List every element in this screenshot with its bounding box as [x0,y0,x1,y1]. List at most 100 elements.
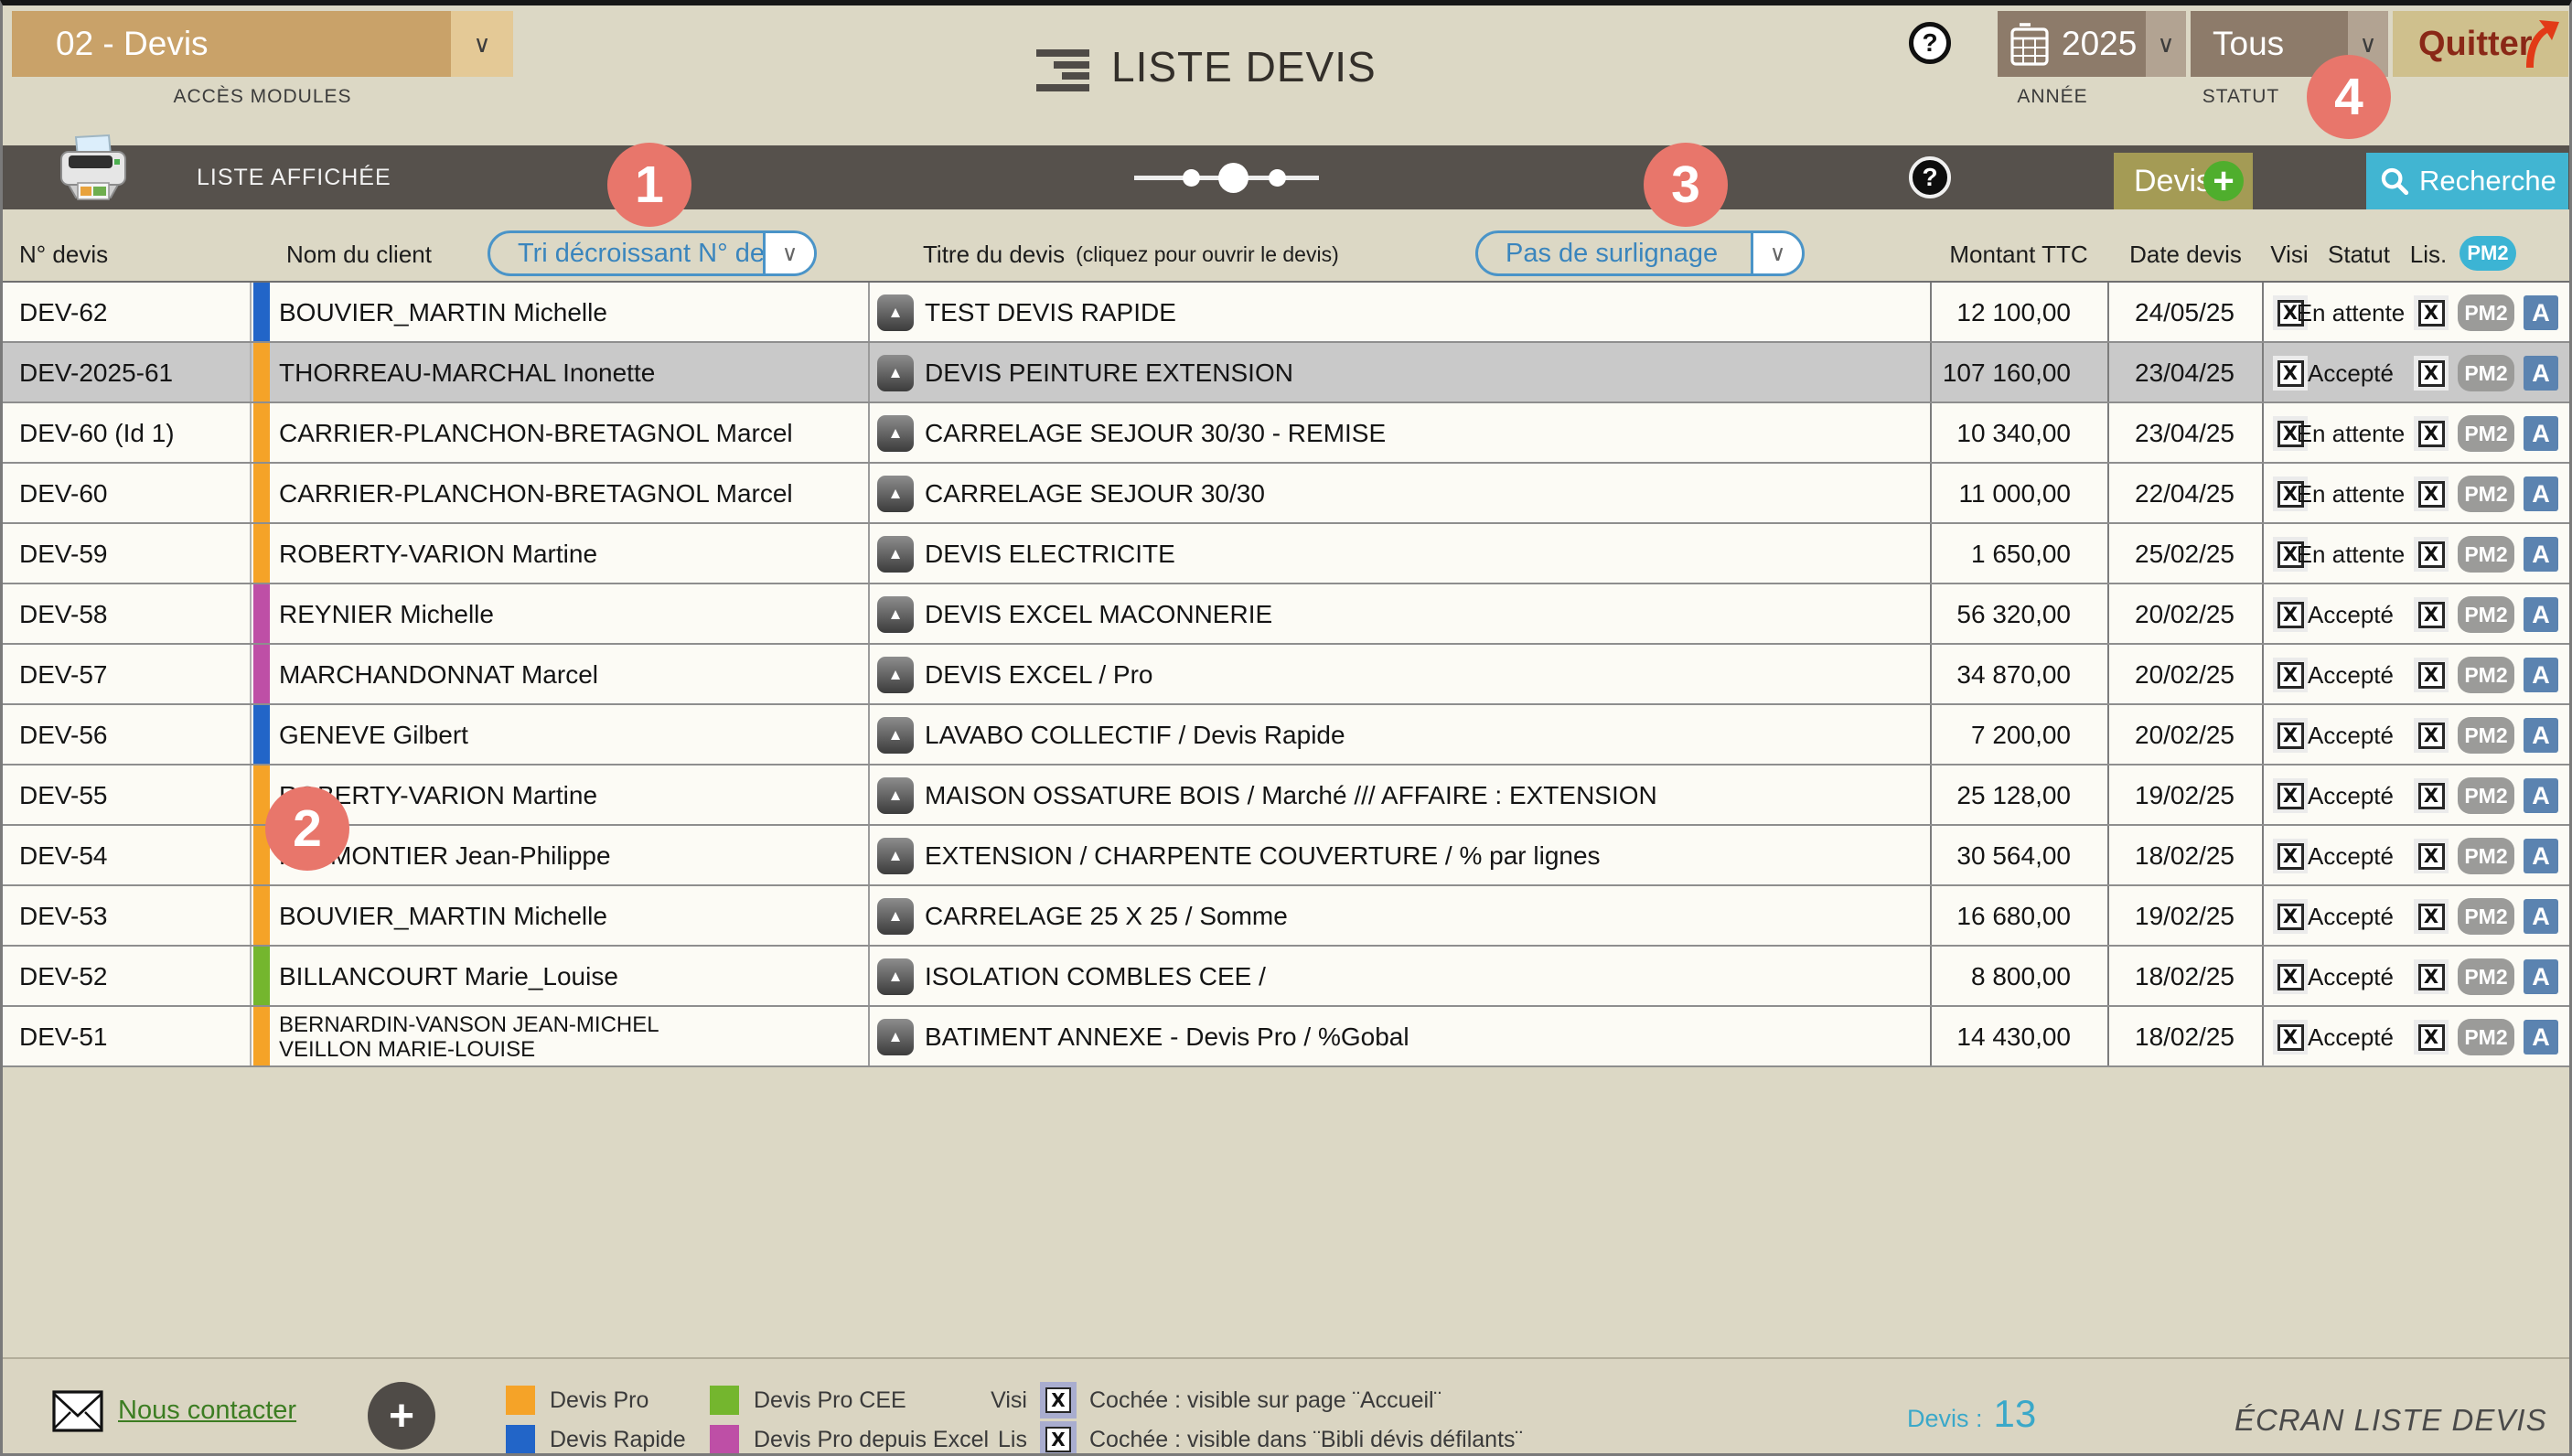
lis-checkbox[interactable]: X [2414,416,2449,451]
col-header-pm2-badge[interactable]: PM2 [2459,236,2516,271]
table-row[interactable]: DEV-54 FERMONTIER Jean-Philippe ▲ EXTENS… [3,826,2569,886]
devis-title[interactable]: MAISON OSSATURE BOIS / Marché /// AFFAIR… [925,765,1657,826]
page-dot-current[interactable] [1218,163,1248,193]
chevron-down-icon[interactable]: ∨ [451,11,513,77]
a-badge[interactable]: A [2524,476,2558,511]
recherche-button[interactable]: Recherche [2366,153,2568,209]
pm2-badge[interactable]: PM2 [2458,536,2514,573]
quitter-button[interactable]: Quitter [2393,11,2568,77]
devis-title[interactable]: DEVIS PEINTURE EXTENSION [925,343,1293,403]
table-row[interactable]: DEV-51 BERNARDIN-VANSON JEAN-MICHEL VEIL… [3,1007,2569,1067]
page-dot[interactable] [1269,169,1286,187]
open-devis-icon[interactable]: ▲ [877,898,914,935]
add-button[interactable]: + [368,1382,435,1450]
a-badge[interactable]: A [2524,718,2558,753]
lis-checkbox[interactable]: X [2414,778,2449,813]
pm2-badge[interactable]: PM2 [2458,596,2514,633]
year-dropdown[interactable]: 2025 ∨ [1998,11,2186,77]
chevron-down-icon[interactable]: ∨ [763,233,814,273]
highlight-dropdown[interactable]: Pas de surlignage ∨ [1475,230,1805,276]
a-badge[interactable]: A [2524,1020,2558,1055]
devis-title[interactable]: LAVABO COLLECTIF / Devis Rapide [925,705,1345,765]
new-devis-button[interactable]: Devis + [2114,153,2253,209]
open-devis-icon[interactable]: ▲ [877,958,914,995]
devis-title[interactable]: EXTENSION / CHARPENTE COUVERTURE / % par… [925,826,1601,886]
open-devis-icon[interactable]: ▲ [877,476,914,512]
open-devis-icon[interactable]: ▲ [877,596,914,633]
lis-checkbox[interactable]: X [2414,537,2449,572]
table-row[interactable]: DEV-55 ROBERTY-VARION Martine ▲ MAISON O… [3,765,2569,826]
devis-title[interactable]: DEVIS EXCEL MACONNERIE [925,584,1272,645]
table-row[interactable]: DEV-56 GENEVE Gilbert ▲ LAVABO COLLECTIF… [3,705,2569,765]
pm2-badge[interactable]: PM2 [2458,958,2514,995]
pm2-badge[interactable]: PM2 [2458,838,2514,874]
chevron-down-icon[interactable]: ∨ [2146,11,2186,77]
help-icon-toolbar[interactable]: ? [1909,156,1951,198]
table-row[interactable]: DEV-60 CARRIER-PLANCHON-BRETAGNOL Marcel… [3,464,2569,524]
a-badge[interactable]: A [2524,839,2558,873]
pm2-badge[interactable]: PM2 [2458,355,2514,391]
lis-checkbox[interactable]: X [2414,597,2449,632]
table-row[interactable]: DEV-52 BILLANCOURT Marie_Louise ▲ ISOLAT… [3,947,2569,1007]
lis-checkbox[interactable]: X [2414,839,2449,873]
a-badge[interactable]: A [2524,356,2558,391]
envelope-icon[interactable] [52,1390,103,1432]
pm2-badge[interactable]: PM2 [2458,657,2514,693]
devis-title[interactable]: CARRELAGE SEJOUR 30/30 - REMISE [925,403,1386,464]
open-devis-icon[interactable]: ▲ [877,717,914,754]
legend-swatch-blue [506,1425,535,1454]
a-badge[interactable]: A [2524,959,2558,994]
help-icon-top[interactable]: ? [1909,22,1951,64]
table-row[interactable]: DEV-60 (Id 1) CARRIER-PLANCHON-BRETAGNOL… [3,403,2569,464]
devis-title[interactable]: BATIMENT ANNEXE - Devis Pro / %Gobal [925,1007,1409,1067]
table-row[interactable]: DEV-2025-61 THORREAU-MARCHAL Inonette ▲ … [3,343,2569,403]
pm2-badge[interactable]: PM2 [2458,717,2514,754]
pm2-badge[interactable]: PM2 [2458,898,2514,935]
a-badge[interactable]: A [2524,778,2558,813]
lis-checkbox[interactable]: X [2414,295,2449,330]
open-devis-icon[interactable]: ▲ [877,657,914,693]
table-row[interactable]: DEV-58 REYNIER Michelle ▲ DEVIS EXCEL MA… [3,584,2569,645]
devis-title[interactable]: DEVIS EXCEL / Pro [925,645,1153,705]
open-devis-icon[interactable]: ▲ [877,415,914,452]
open-devis-icon[interactable]: ▲ [877,777,914,814]
pm2-badge[interactable]: PM2 [2458,294,2514,331]
chevron-down-icon[interactable]: ∨ [1751,233,1802,273]
open-devis-icon[interactable]: ▲ [877,1019,914,1055]
page-dot[interactable] [1183,169,1200,187]
lis-checkbox[interactable]: X [2414,356,2449,391]
lis-checkbox[interactable]: X [2414,476,2449,511]
sort-dropdown[interactable]: Tri décroissant N° devis ∨ [488,230,817,276]
lis-checkbox[interactable]: X [2414,658,2449,692]
devis-title[interactable]: CARRELAGE SEJOUR 30/30 [925,464,1265,524]
devis-title[interactable]: ISOLATION COMBLES CEE / [925,947,1266,1007]
table-row[interactable]: DEV-53 BOUVIER_MARTIN Michelle ▲ CARRELA… [3,886,2569,947]
pm2-badge[interactable]: PM2 [2458,777,2514,814]
open-devis-icon[interactable]: ▲ [877,838,914,874]
printer-icon[interactable] [54,134,133,212]
a-badge[interactable]: A [2524,658,2558,692]
devis-title[interactable]: DEVIS ELECTRICITE [925,524,1175,584]
lis-checkbox[interactable]: X [2414,718,2449,753]
open-devis-icon[interactable]: ▲ [877,536,914,573]
a-badge[interactable]: A [2524,537,2558,572]
a-badge[interactable]: A [2524,597,2558,632]
a-badge[interactable]: A [2524,416,2558,451]
table-row[interactable]: DEV-57 MARCHANDONNAT Marcel ▲ DEVIS EXCE… [3,645,2569,705]
lis-checkbox[interactable]: X [2414,1020,2449,1055]
open-devis-icon[interactable]: ▲ [877,355,914,391]
table-row[interactable]: DEV-59 ROBERTY-VARION Martine ▲ DEVIS EL… [3,524,2569,584]
nous-contacter-link[interactable]: Nous contacter [118,1396,296,1426]
lis-checkbox[interactable]: X [2414,959,2449,994]
devis-title[interactable]: TEST DEVIS RAPIDE [925,283,1176,343]
lis-checkbox[interactable]: X [2414,899,2449,934]
pm2-badge[interactable]: PM2 [2458,476,2514,512]
a-badge[interactable]: A [2524,899,2558,934]
module-dropdown[interactable]: 02 - Devis ∨ [12,11,513,77]
a-badge[interactable]: A [2524,295,2558,330]
devis-title[interactable]: CARRELAGE 25 X 25 / Somme [925,886,1288,947]
table-row[interactable]: DEV-62 BOUVIER_MARTIN Michelle ▲ TEST DE… [3,283,2569,343]
open-devis-icon[interactable]: ▲ [877,294,914,331]
pm2-badge[interactable]: PM2 [2458,415,2514,452]
pm2-badge[interactable]: PM2 [2458,1019,2514,1055]
